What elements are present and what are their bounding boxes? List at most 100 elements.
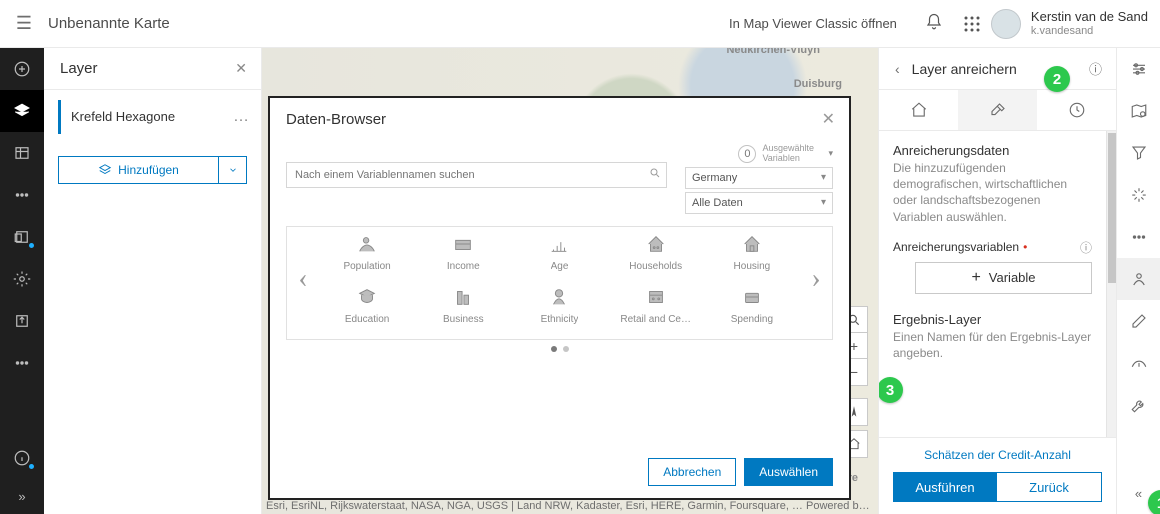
category-label: Age	[551, 261, 569, 272]
cancel-button[interactable]: Abbrechen	[648, 458, 736, 486]
rail-layers-button[interactable]	[0, 90, 44, 132]
category-income[interactable]: Income	[415, 233, 511, 272]
map-canvas[interactable]: Neukirchen-Vluyn Duisburg Meerbusch Dere…	[262, 48, 878, 514]
plus-icon: +	[971, 269, 980, 287]
category-icon	[354, 286, 380, 308]
category-icon	[739, 233, 765, 255]
selected-vars-label: Ausgewählte Variablen	[762, 144, 822, 164]
select-button[interactable]: Auswählen	[744, 458, 833, 486]
modal-close-button[interactable]: ✕	[822, 109, 835, 129]
selected-count-badge: 0	[738, 145, 756, 163]
section-result-title: Ergebnis-Layer	[893, 312, 1092, 327]
rail-more1-button[interactable]	[0, 174, 44, 216]
add-layer-label: Hinzufügen	[118, 163, 179, 177]
rail-add-button[interactable]	[0, 48, 44, 90]
config-scrollbar[interactable]	[1106, 131, 1116, 437]
rail-basemap-button[interactable]	[0, 216, 44, 258]
rail-share-button[interactable]	[0, 300, 44, 342]
data-filter-select[interactable]: Alle Daten▾	[685, 192, 833, 214]
wrench-icon	[1130, 396, 1148, 414]
rr-tools-button[interactable]	[1117, 384, 1160, 426]
category-education[interactable]: Education	[319, 286, 415, 325]
layer-panel-title: Layer	[60, 60, 235, 77]
layer-name: Krefeld Hexagone	[71, 109, 233, 125]
config-back-button[interactable]: ‹	[887, 61, 908, 77]
user-profile[interactable]: Kerstin van de Sand k.vandesand	[991, 9, 1148, 39]
back-button[interactable]: Zurück	[997, 472, 1102, 502]
vars-info-button[interactable]: ⓘ	[1080, 239, 1092, 256]
layer-panel-close[interactable]: ✕	[235, 60, 247, 77]
rr-effects-button[interactable]	[1117, 174, 1160, 216]
open-classic-link[interactable]: In Map Viewer Classic öffnen	[729, 16, 897, 31]
category-ethnicity[interactable]: Ethnicity	[511, 286, 607, 325]
rr-geoenrich-button[interactable]: 1	[1117, 258, 1160, 300]
chevron-down-icon: ▾	[828, 148, 833, 159]
avatar	[991, 9, 1021, 39]
left-rail: »	[0, 48, 44, 514]
layer-item[interactable]: Krefeld Hexagone …	[44, 90, 261, 144]
variable-search-input[interactable]	[286, 162, 667, 188]
required-indicator: •	[1023, 240, 1027, 254]
tab-configure[interactable]	[958, 90, 1037, 130]
category-icon	[739, 286, 765, 308]
category-label: Retail and Ce…	[620, 314, 691, 325]
layers-icon	[98, 163, 112, 177]
section-result-desc: Einen Namen für den Ergebnis-Layer angeb…	[893, 329, 1092, 361]
rr-analysis-button[interactable]	[1117, 90, 1160, 132]
category-label: Income	[447, 261, 480, 272]
rail-tables-button[interactable]	[0, 132, 44, 174]
rr-sliders-button[interactable]	[1117, 48, 1160, 90]
bell-icon	[925, 13, 943, 31]
category-icon	[546, 286, 572, 308]
tab-overview[interactable]	[879, 90, 958, 130]
category-label: Education	[345, 314, 389, 325]
search-icon	[649, 167, 661, 182]
tab-history[interactable]	[1037, 90, 1116, 130]
carousel-prev-button[interactable]: ‹	[287, 263, 319, 295]
user-name: Kerstin van de Sand	[1031, 10, 1148, 25]
apps-grid-icon	[963, 15, 981, 33]
rail-settings-button[interactable]	[0, 258, 44, 300]
category-retail-and-ce-[interactable]: Retail and Ce…	[608, 286, 704, 325]
menu-button[interactable]: ☰	[0, 13, 48, 34]
enrichment-icon	[1130, 270, 1148, 288]
chevron-down-icon	[228, 165, 238, 175]
map-title: Unbenannte Karte	[48, 15, 170, 32]
add-layer-button[interactable]: Hinzufügen	[58, 156, 219, 184]
app-header: ☰ Unbenannte Karte In Map Viewer Classic…	[0, 0, 1160, 48]
category-icon	[643, 286, 669, 308]
category-housing[interactable]: Housing	[704, 233, 800, 272]
rr-filter-button[interactable]	[1117, 132, 1160, 174]
category-icon	[450, 286, 476, 308]
category-population[interactable]: Population	[319, 233, 415, 272]
app-launcher-button[interactable]	[953, 15, 991, 33]
carousel-dot[interactable]	[563, 346, 569, 352]
category-business[interactable]: Business	[415, 286, 511, 325]
rr-more-button[interactable]	[1117, 216, 1160, 258]
rail-expand-button[interactable]: »	[0, 479, 44, 514]
map-analysis-icon	[1130, 102, 1148, 120]
rail-more2-button[interactable]	[0, 342, 44, 384]
config-info-button[interactable]: ⓘ	[1083, 59, 1108, 78]
estimate-credits-link[interactable]: Schätzen der Credit-Anzahl	[893, 448, 1102, 462]
rail-info-button[interactable]	[0, 437, 44, 479]
notifications-button[interactable]	[915, 13, 953, 34]
section-enrich-title: Anreicherungsdaten	[893, 143, 1092, 158]
category-spending[interactable]: Spending	[704, 286, 800, 325]
layer-options-button[interactable]: …	[233, 108, 249, 126]
add-variable-button[interactable]: + Variable	[915, 262, 1092, 294]
category-age[interactable]: Age	[511, 233, 607, 272]
rr-edit-button[interactable]	[1117, 300, 1160, 342]
rr-measure-button[interactable]	[1117, 342, 1160, 384]
right-rail: 1 «	[1116, 48, 1160, 514]
category-households[interactable]: Households	[608, 233, 704, 272]
add-layer-dropdown[interactable]	[219, 156, 247, 184]
carousel-next-button[interactable]: ›	[800, 263, 832, 295]
run-button[interactable]: Ausführen	[893, 472, 997, 502]
more-icon	[1130, 228, 1148, 246]
country-select[interactable]: Germany▾	[685, 167, 833, 189]
section-enrich-desc: Die hinzuzufügenden demografischen, wirt…	[893, 160, 1092, 225]
carousel-dot[interactable]	[551, 346, 557, 352]
selected-variables-indicator[interactable]: 0 Ausgewählte Variablen ▾	[738, 144, 833, 164]
carousel-dots	[270, 344, 849, 360]
